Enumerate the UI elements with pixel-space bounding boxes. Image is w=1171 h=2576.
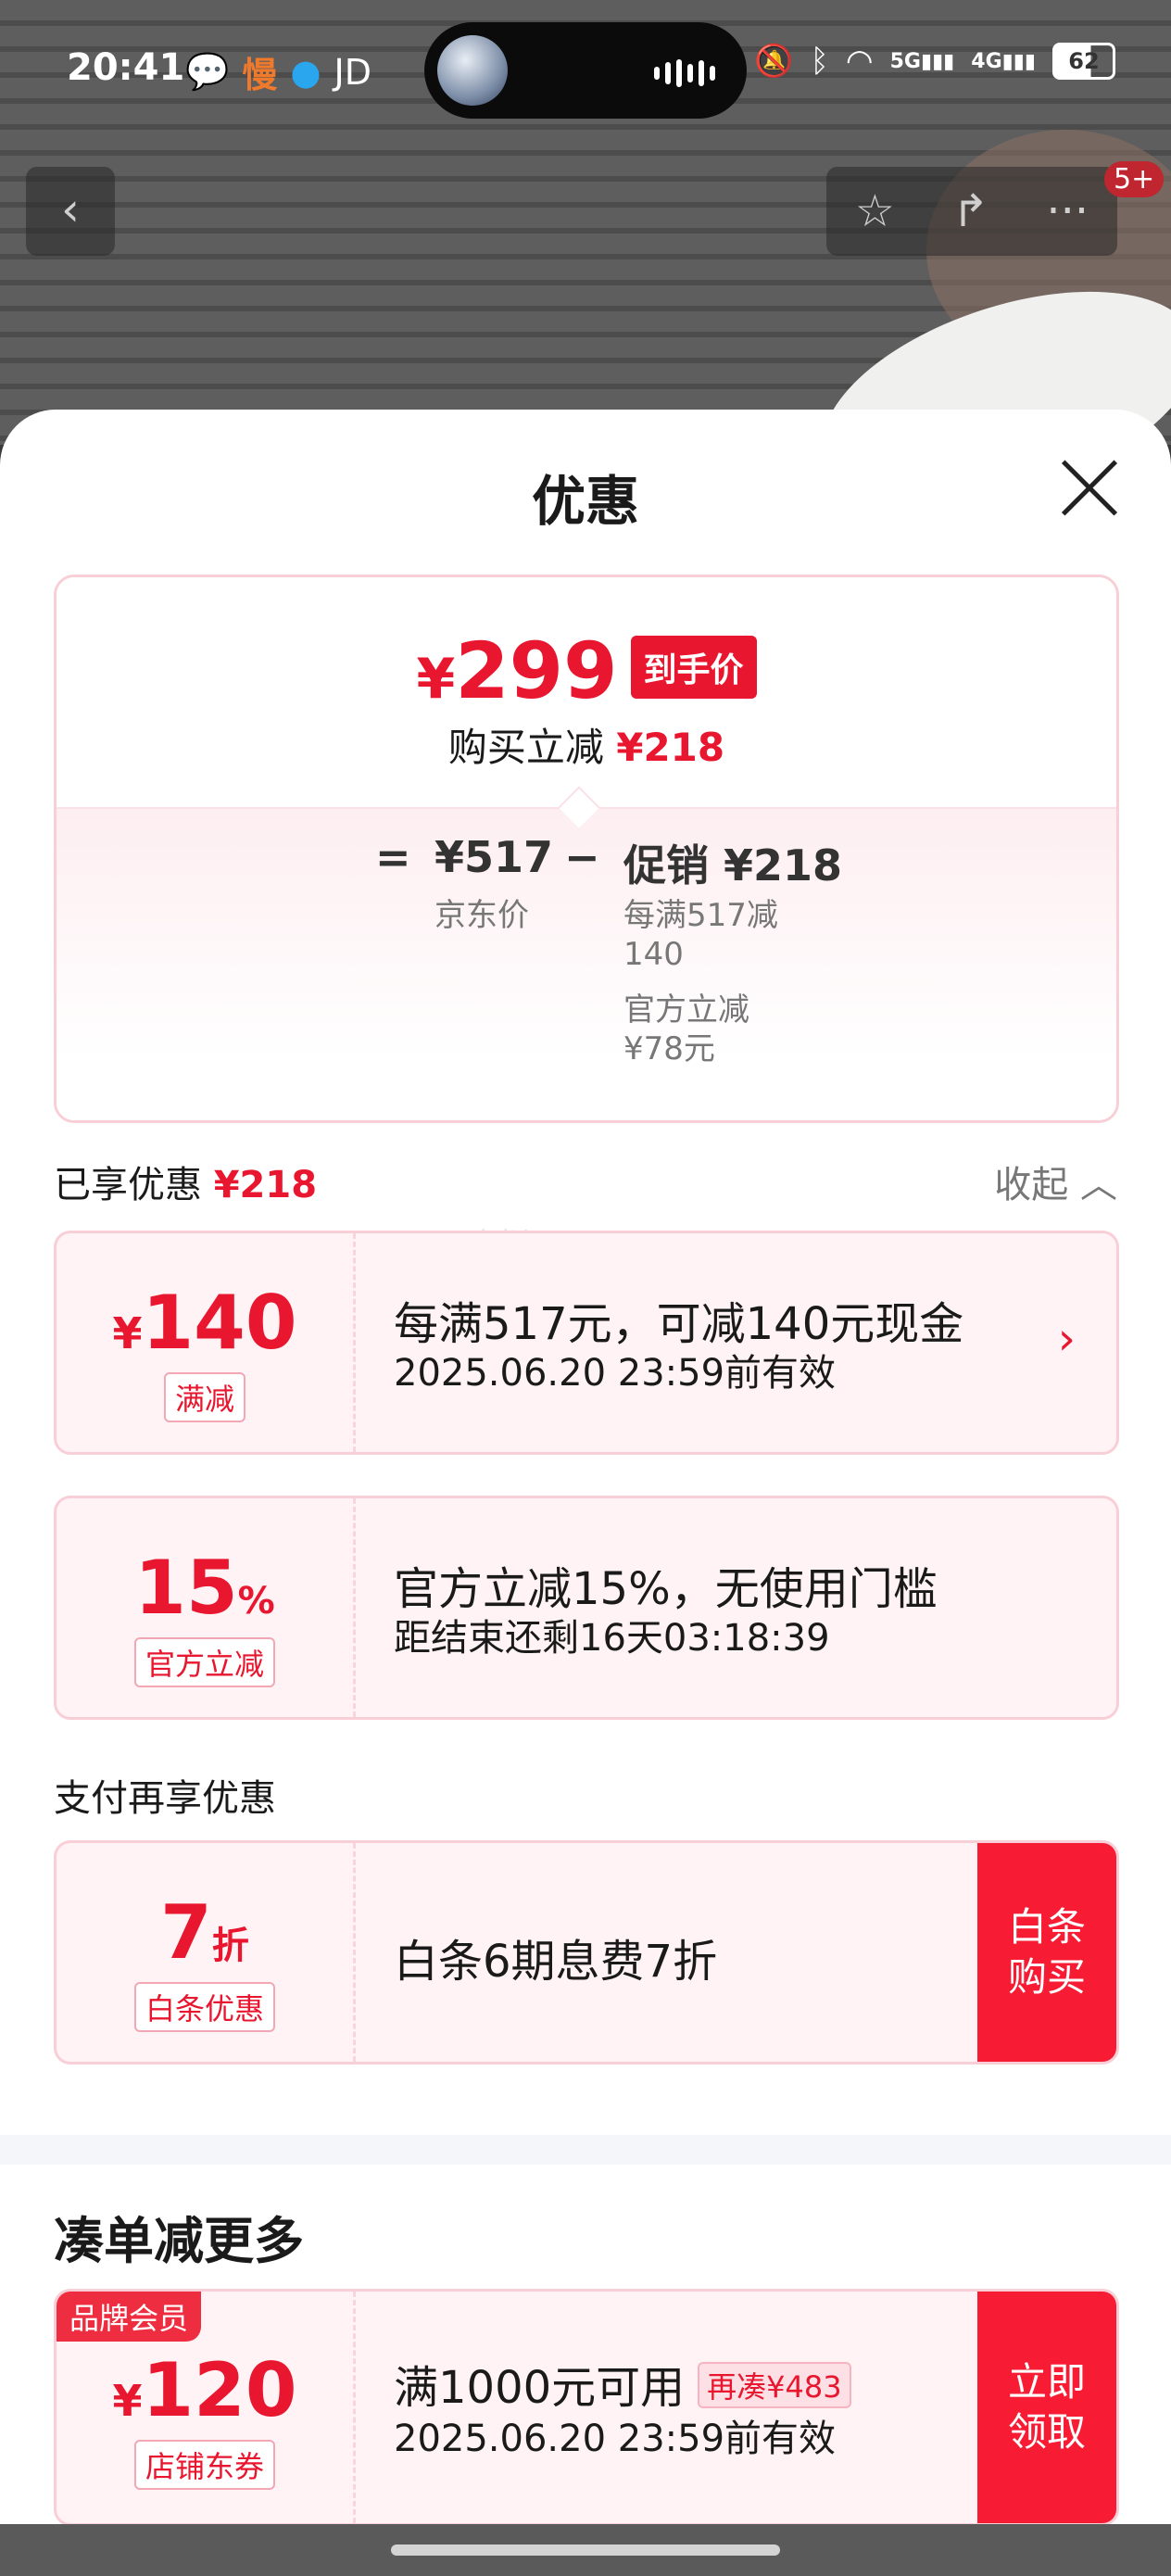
coupon-countdown: 距结束还剩16天03:18:39 xyxy=(394,1617,830,1660)
status-time: 20:41 xyxy=(67,46,185,89)
coupon-value: ¥140 xyxy=(112,1280,297,1366)
coupon-tag: 官方立减 xyxy=(57,1637,353,1687)
message-count-badge: 5+ xyxy=(1104,161,1165,197)
home-indicator-bar xyxy=(0,2524,1171,2576)
coupon-tag: 满减 xyxy=(57,1372,353,1422)
home-indicator[interactable] xyxy=(391,2544,780,2556)
mute-icon: 🔕 xyxy=(754,43,794,80)
status-notification-icons: 💬 慢 ● JD xyxy=(185,46,371,97)
brand-member-tag: 品牌会员 xyxy=(57,2292,202,2342)
coupon-validity: 2025.06.20 23:59前有效 xyxy=(394,2418,837,2460)
baitiao-buy-button[interactable]: 白条 购买 xyxy=(977,1843,1116,2062)
chevron-right-icon[interactable]: › xyxy=(1058,1313,1076,1365)
coupon-shop: 品牌会员 ¥120 店铺东券 满1000元可用 再凑¥483 2025.06.20… xyxy=(54,2289,1119,2526)
coupon-value: ¥120 xyxy=(112,2347,297,2433)
jd-price-label: 京东价 xyxy=(434,897,529,934)
sheet-title: 优惠 xyxy=(531,470,639,533)
app-icon-jd: JD xyxy=(334,51,371,93)
enjoyed-discount: 已享优惠 ¥218 xyxy=(54,1164,318,1206)
coupon-validity: 2025.06.20 23:59前有效 xyxy=(394,1352,837,1395)
equals-sign: = xyxy=(375,832,411,882)
coupon-full-reduction[interactable]: ¥140 满减 每满517元，可减140元现金 2025.06.20 23:59… xyxy=(54,1231,1119,1455)
dynamic-island[interactable] xyxy=(424,22,747,119)
status-bar: 20:41 💬 慢 ● JD 🔕 ᛒ ◠ 5G▮▮▮ 4G▮▮▮ 62 xyxy=(0,0,1171,139)
qq-icon: ● xyxy=(290,51,321,93)
close-icon[interactable] xyxy=(1056,454,1123,521)
more-section-title: 凑单减更多 xyxy=(54,2212,304,2270)
minus-sign: − xyxy=(564,832,600,882)
chevron-left-icon: ‹ xyxy=(61,183,80,236)
promo-detail-official: 官方立减 ¥78元 xyxy=(623,991,749,1067)
coupon-value: 15% xyxy=(134,1545,275,1631)
status-system-icons: 🔕 ᛒ ◠ 5G▮▮▮ 4G▮▮▮ 62 xyxy=(754,43,1115,80)
pay-section-label: 支付再享优惠 xyxy=(54,1777,276,1820)
star-icon[interactable]: ☆ xyxy=(855,185,895,237)
audio-wave-icon xyxy=(654,59,715,87)
coupon-tag: 店铺东券 xyxy=(57,2440,353,2490)
add-more-tag: 再凑¥483 xyxy=(698,2362,851,2408)
price-breakdown-card: ¥299 到手价 购买立减 ¥218 = ¥517 − 促销 ¥218 京东价 每… xyxy=(54,575,1119,1123)
signal-5g-icon: 5G▮▮▮ xyxy=(889,49,955,73)
coupon-title: 白条6期息费7折 xyxy=(394,1936,718,1988)
jd-price: ¥517 xyxy=(434,832,554,882)
signal-4g-icon: 4G▮▮▮ xyxy=(971,49,1036,73)
music-album-avatar xyxy=(437,35,508,106)
final-price-amount: 299 xyxy=(455,625,618,716)
share-icon[interactable]: ↱ xyxy=(952,185,989,237)
claim-coupon-button[interactable]: 立即 领取 xyxy=(977,2292,1116,2523)
battery-icon: 62 xyxy=(1052,43,1115,80)
final-price-tag: 到手价 xyxy=(630,636,757,699)
discount-sheet: 优惠 ¥299 到手价 购买立减 ¥218 = ¥517 − 促销 ¥218 京东… xyxy=(0,410,1171,2576)
app-icon-man: 慢 xyxy=(242,55,278,95)
coupon-value: 7折 xyxy=(160,1889,249,1976)
wifi-icon: ◠ xyxy=(845,43,874,80)
section-divider xyxy=(0,2135,1171,2165)
total-discount: 购买立减 ¥218 xyxy=(447,725,725,770)
coupon-tag: 白条优惠 xyxy=(57,1982,353,2032)
top-action-bar: ☆ ↱ ··· xyxy=(826,167,1117,256)
promo-detail-full-reduction: 每满517减 140 xyxy=(623,897,778,973)
coupon-official-discount: 15% 官方立减 官方立减15%，无使用门槛 距结束还剩16天03:18:39 xyxy=(54,1496,1119,1720)
final-price: ¥299 到手价 xyxy=(57,625,1116,716)
coupon-title: 满1000元可用 再凑¥483 xyxy=(394,2351,851,2416)
bluetooth-icon: ᛒ xyxy=(810,43,829,80)
more-icon[interactable]: ··· xyxy=(1046,185,1089,237)
wechat-icon: 💬 xyxy=(185,51,230,92)
back-button[interactable]: ‹ xyxy=(26,167,115,256)
coupon-baitiao: 7折 白条优惠 白条6期息费7折 白条 购买 xyxy=(54,1840,1119,2065)
collapse-button[interactable]: 收起 ︿ xyxy=(994,1155,1117,1208)
promo-total: 促销 ¥218 xyxy=(623,840,843,890)
chevron-up-icon: ︿ xyxy=(1080,1164,1117,1206)
